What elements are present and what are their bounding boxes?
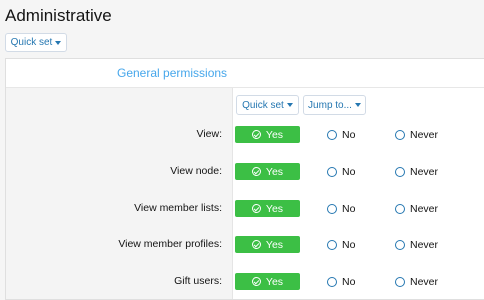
yes-option-selected[interactable]: Yes — [235, 236, 300, 253]
page-title: Administrative — [5, 6, 112, 25]
permission-label: View: — [196, 128, 223, 140]
never-option[interactable]: Never — [395, 200, 438, 217]
check-circle-icon — [251, 277, 261, 286]
yes-label: Yes — [265, 275, 284, 288]
yes-option-selected[interactable]: Yes — [235, 163, 300, 180]
never-label: Never — [410, 202, 439, 215]
radio-icon — [327, 166, 337, 177]
section-quick-set-button[interactable]: Quick set — [236, 95, 299, 115]
permission-row: View member profiles: Yes No Never — [0, 236, 484, 254]
caret-down-icon — [354, 103, 361, 107]
jump-to-label: Jump to... — [308, 99, 352, 111]
yes-label: Yes — [265, 202, 284, 215]
yes-label: Yes — [265, 165, 284, 178]
permission-row: View member lists: Yes No Never — [0, 200, 484, 218]
no-label: No — [342, 275, 356, 288]
quick-set-button[interactable]: Quick set — [5, 33, 67, 52]
no-label: No — [342, 128, 356, 141]
no-label: No — [342, 202, 356, 215]
never-label: Never — [410, 238, 439, 251]
permission-label: View member profiles: — [118, 238, 222, 250]
section-quick-set-label: Quick set — [242, 99, 284, 111]
never-option[interactable]: Never — [395, 236, 438, 253]
never-label: Never — [410, 275, 439, 288]
no-label: No — [342, 238, 356, 251]
no-option[interactable]: No — [327, 273, 355, 290]
yes-label: Yes — [265, 238, 284, 251]
no-option[interactable]: No — [327, 126, 355, 143]
no-option[interactable]: No — [327, 236, 355, 253]
radio-icon — [395, 276, 405, 287]
radio-icon — [395, 166, 405, 177]
never-option[interactable]: Never — [395, 163, 438, 180]
radio-icon — [327, 276, 337, 287]
check-circle-icon — [251, 204, 261, 213]
check-circle-icon — [251, 167, 261, 176]
permission-label: Gift users: — [174, 275, 222, 287]
permission-row: View node: Yes No Never — [0, 163, 484, 181]
yes-option-selected[interactable]: Yes — [235, 126, 300, 143]
check-circle-icon — [251, 130, 261, 139]
radio-icon — [395, 129, 405, 140]
section-title: General permissions — [117, 66, 228, 80]
check-circle-icon — [251, 240, 261, 249]
radio-icon — [327, 203, 337, 214]
no-option[interactable]: No — [327, 200, 355, 217]
permission-row: View: Yes No Never — [0, 126, 484, 144]
yes-option-selected[interactable]: Yes — [235, 200, 300, 217]
caret-down-icon — [55, 40, 62, 45]
yes-label: Yes — [265, 128, 284, 141]
caret-down-icon — [286, 103, 293, 107]
radio-icon — [327, 129, 337, 140]
jump-to-button[interactable]: Jump to... — [303, 95, 366, 115]
radio-icon — [395, 203, 405, 214]
quick-set-label: Quick set — [10, 37, 53, 48]
labels-column — [6, 88, 233, 299]
panel-header: General permissions — [6, 59, 484, 88]
permission-label: View node: — [170, 165, 222, 177]
yes-option-selected[interactable]: Yes — [235, 273, 300, 290]
never-label: Never — [410, 128, 439, 141]
no-option[interactable]: No — [327, 163, 355, 180]
permission-row: Gift users: Yes No Never — [0, 273, 484, 291]
permission-label: View member lists: — [134, 202, 222, 214]
no-label: No — [342, 165, 356, 178]
never-option[interactable]: Never — [395, 126, 438, 143]
radio-icon — [395, 239, 405, 250]
never-option[interactable]: Never — [395, 273, 438, 290]
never-label: Never — [410, 165, 439, 178]
radio-icon — [327, 239, 337, 250]
